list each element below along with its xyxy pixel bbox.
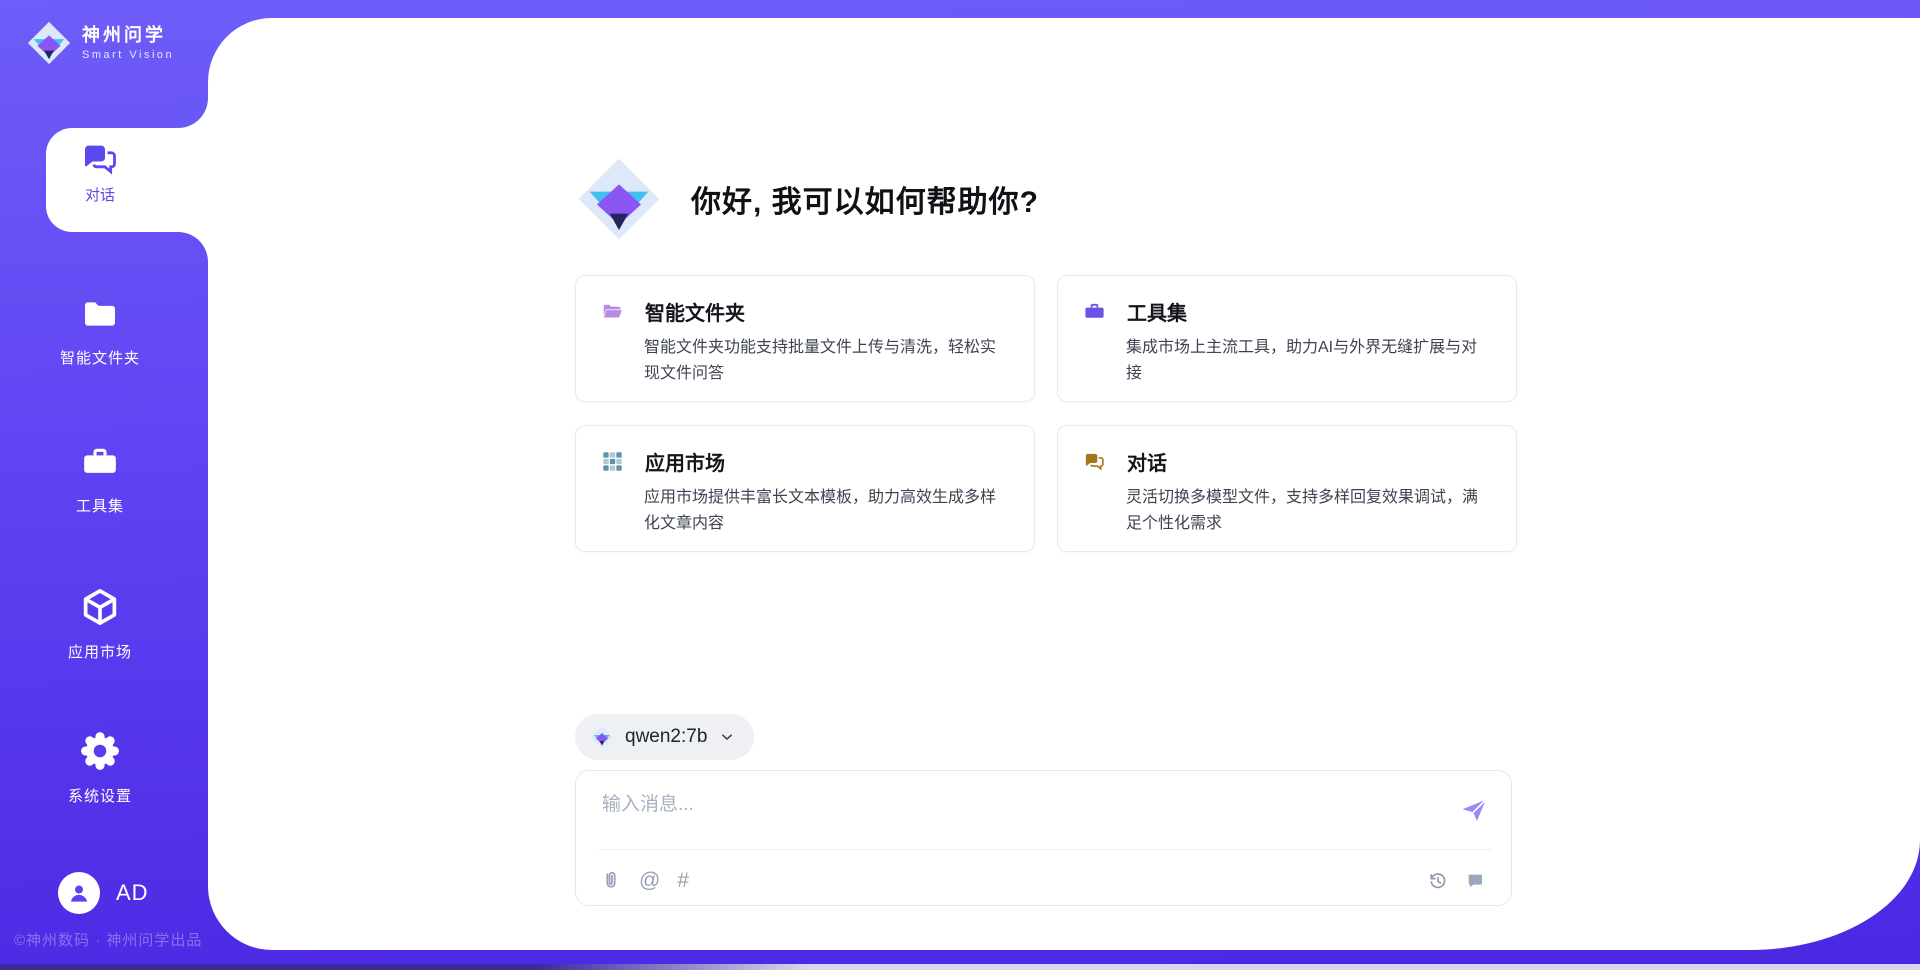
sidebar-item-toolset[interactable]: .nav-toolbox .clasp{fill:#6050f0} 工具集	[30, 442, 170, 516]
folder-open-icon	[601, 300, 624, 323]
grid-cube-icon	[601, 450, 624, 473]
toolbox-icon: .nav-toolbox .clasp{fill:#6050f0}	[80, 442, 120, 482]
tab-fillet-bottom	[178, 232, 208, 262]
model-name: qwen2:7b	[625, 726, 707, 748]
brand-diamond-icon	[575, 155, 663, 243]
sidebar-item-label: 系统设置	[30, 785, 170, 806]
card-title: 应用市场	[645, 447, 725, 476]
sidebar-item-label: 智能文件夹	[30, 347, 170, 368]
sidebar-item-label: 应用市场	[30, 641, 170, 662]
main-panel: 你好, 我可以如何帮助你? 智能文件夹 智能文件夹功能支持批量文件上传与清洗，轻…	[208, 18, 1920, 950]
sidebar-item-label: 对话	[68, 184, 132, 205]
greeting-block: 你好, 我可以如何帮助你?	[575, 155, 1039, 243]
card-chat[interactable]: 对话 灵活切换多模型文件，支持多样回复效果调试，满足个性化需求	[1057, 425, 1517, 552]
card-description: 应用市场提供丰富长文本模板，助力高效生成多样化文章内容	[644, 485, 996, 537]
brand-subtitle: Smart Vision	[82, 49, 174, 61]
card-smart-folder[interactable]: 智能文件夹 智能文件夹功能支持批量文件上传与清洗，轻松实现文件问答	[575, 275, 1035, 402]
cube-icon	[79, 586, 121, 628]
sidebar-item-chat[interactable]: 对话	[46, 128, 208, 232]
card-toolset[interactable]: .card-toolclasp{fill:#fff} 工具集 集成市场上主流工具…	[1057, 275, 1517, 402]
hash-icon[interactable]: #	[677, 870, 689, 892]
greeting-title: 你好, 我可以如何帮助你?	[691, 177, 1039, 221]
chevron-down-icon	[718, 728, 736, 746]
gear-icon	[79, 730, 121, 772]
user-profile[interactable]: AD	[58, 872, 149, 914]
card-title: 工具集	[1127, 297, 1187, 326]
model-selector[interactable]: qwen2:7b	[575, 714, 754, 760]
card-description: 集成市场上主流工具，助力AI与外界无缝扩展与对接	[1126, 335, 1478, 387]
brand-logo: 神州问学 Smart Vision	[26, 20, 174, 66]
sidebar-footer: ©神州数码 · 神州问学出品	[14, 929, 202, 950]
user-avatar-icon	[66, 880, 92, 906]
card-app-market[interactable]: 应用市场 应用市场提供丰富长文本模板，助力高效生成多样化文章内容	[575, 425, 1035, 552]
sidebar-item-label: 工具集	[30, 495, 170, 516]
card-title: 智能文件夹	[645, 297, 745, 326]
sidebar-item-settings[interactable]: 系统设置	[30, 730, 170, 806]
window-bottom-edge	[0, 964, 1920, 970]
user-name: AD	[116, 880, 149, 906]
history-icon[interactable]	[1427, 870, 1449, 892]
sidebar-item-smart-folder[interactable]: 智能文件夹	[30, 294, 170, 368]
card-description: 灵活切换多模型文件，支持多样回复效果调试，满足个性化需求	[1126, 485, 1478, 537]
feature-cards: 智能文件夹 智能文件夹功能支持批量文件上传与清洗，轻松实现文件问答 .card-…	[575, 275, 1517, 552]
paperclip-icon[interactable]	[600, 870, 622, 892]
folder-icon	[80, 294, 120, 334]
sidebar-item-app-market[interactable]: 应用市场	[30, 586, 170, 662]
avatar	[58, 872, 100, 914]
composer-divider	[598, 849, 1491, 850]
card-description: 智能文件夹功能支持批量文件上传与清洗，轻松实现文件问答	[644, 335, 996, 387]
brand-diamond-icon	[590, 725, 614, 749]
at-icon[interactable]: @	[639, 870, 660, 892]
chat-icon	[1083, 450, 1106, 473]
chat-bubble-icon[interactable]	[1465, 870, 1487, 892]
message-input[interactable]	[600, 787, 1434, 843]
toolbox-icon: .card-toolclasp{fill:#fff}	[1083, 300, 1106, 323]
brand-name: 神州问学	[82, 25, 174, 47]
brand-diamond-icon	[26, 20, 72, 66]
chat-icon	[80, 139, 120, 179]
message-composer: @ #	[575, 770, 1512, 906]
send-icon[interactable]	[1459, 795, 1489, 825]
card-title: 对话	[1127, 447, 1167, 476]
app-window: 神州问学 Smart Vision 对话 智能文件夹 .nav-toolbox …	[0, 0, 1920, 970]
tab-fillet-top	[178, 98, 208, 128]
